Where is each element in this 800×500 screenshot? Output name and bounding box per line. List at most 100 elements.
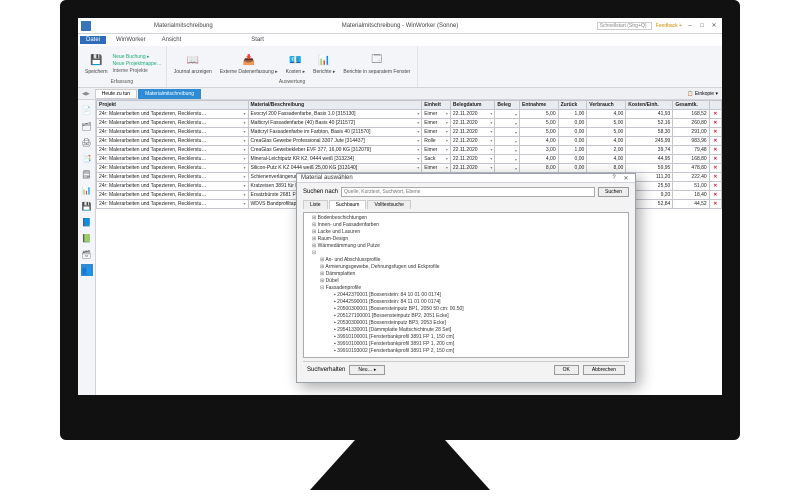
cell[interactable]: 1,00 xyxy=(558,110,587,119)
cell[interactable]: 5,00 xyxy=(587,119,626,128)
col-header[interactable]: Material/Beschreibung xyxy=(248,101,422,110)
cell[interactable]: 0,00 xyxy=(558,119,587,128)
table-row[interactable]: 24r: Malerarbeiten und Tapezieren, Reckl… xyxy=(97,146,722,155)
cell[interactable]: Malticryl Fassadenfarbe (40) Basis 40 [2… xyxy=(248,119,422,128)
close-button[interactable]: ✕ xyxy=(710,22,718,29)
cell[interactable]: 79,48 xyxy=(673,146,709,155)
cell[interactable]: 18,40 xyxy=(673,191,709,200)
dlg-tab-liste[interactable]: Liste xyxy=(303,200,328,209)
col-header[interactable]: Verbrauch xyxy=(587,101,626,110)
rail-tool-4[interactable]: 🗒 xyxy=(81,168,93,180)
rail-tool-10[interactable]: 👥 xyxy=(81,264,93,276)
search-input[interactable] xyxy=(341,187,595,197)
search-button[interactable]: Suchen xyxy=(598,187,629,197)
cell[interactable]: 59,95 xyxy=(626,164,673,173)
cell[interactable]: 1,00 xyxy=(558,146,587,155)
rail-tool-5[interactable]: 📊 xyxy=(81,184,93,196)
rail-tool-8[interactable]: 📗 xyxy=(81,232,93,244)
cell[interactable]: 260,80 xyxy=(673,119,709,128)
row-delete-button[interactable]: ✕ xyxy=(709,155,721,164)
minimize-button[interactable]: – xyxy=(686,23,694,29)
dialog-help-button[interactable]: ? xyxy=(609,175,619,182)
interne-projekte-button[interactable]: Interne Projekte xyxy=(113,68,162,74)
cell[interactable]: 24r: Malerarbeiten und Tapezieren, Reckl… xyxy=(97,164,249,173)
cell[interactable]: 24r: Malerarbeiten und Tapezieren, Reckl… xyxy=(97,137,249,146)
rail-tool-9[interactable]: 🗃 xyxy=(81,248,93,260)
tab-materialmitschreibung[interactable]: Materialmitschreibung xyxy=(138,89,201,99)
col-header[interactable]: Einheit xyxy=(422,101,451,110)
cell[interactable]: 4,00 xyxy=(587,137,626,146)
cell[interactable]: 44,52 xyxy=(673,200,709,209)
ribbon-tab-winworker[interactable]: WinWorker xyxy=(110,36,152,44)
tree-leaf[interactable]: 29541330001 [Dämmplatte Mattschichtnute … xyxy=(306,327,626,334)
cell[interactable]: 22.11.2020 xyxy=(450,137,494,146)
cell[interactable] xyxy=(495,137,520,146)
tree-leaf[interactable]: 20500300001 [Bossensteinputz BP1, 2050 5… xyxy=(306,306,626,313)
cell[interactable]: 0,00 xyxy=(558,137,587,146)
cell[interactable]: 44,95 xyxy=(626,155,673,164)
cell[interactable]: 0,00 xyxy=(558,164,587,173)
dialog-close-button[interactable]: ✕ xyxy=(621,175,631,182)
cell[interactable]: 24r: Malerarbeiten und Tapezieren, Reckl… xyxy=(97,191,249,200)
group-dropdown[interactable]: 📋 Einkopie ▾ xyxy=(687,91,722,97)
row-delete-button[interactable]: ✕ xyxy=(709,137,721,146)
row-delete-button[interactable]: ✕ xyxy=(709,164,721,173)
cell[interactable] xyxy=(495,146,520,155)
externe-daten-button[interactable]: 📥Externe Datenerfassung ▸ xyxy=(217,51,281,76)
cell[interactable] xyxy=(495,119,520,128)
col-header[interactable]: Projekt xyxy=(97,101,249,110)
cell[interactable]: 24r: Malerarbeiten und Tapezieren, Reckl… xyxy=(97,119,249,128)
table-row[interactable]: 24r: Malerarbeiten und Tapezieren, Reckl… xyxy=(97,119,722,128)
row-delete-button[interactable]: ✕ xyxy=(709,173,721,182)
row-delete-button[interactable]: ✕ xyxy=(709,128,721,137)
cell[interactable] xyxy=(495,155,520,164)
cell[interactable]: Eimer xyxy=(422,119,451,128)
cell[interactable]: 983,96 xyxy=(673,137,709,146)
cell[interactable]: 168,80 xyxy=(673,155,709,164)
cell[interactable]: 8,00 xyxy=(520,164,559,173)
cell[interactable]: 5,00 xyxy=(587,128,626,137)
cell[interactable]: 52,16 xyxy=(626,119,673,128)
table-row[interactable]: 24r: Malerarbeiten und Tapezieren, Reckl… xyxy=(97,128,722,137)
material-tree[interactable]: BodenbeschichtungenInnen- und Fassadenfa… xyxy=(303,212,629,358)
cell[interactable]: 478,80 xyxy=(673,164,709,173)
neu-button[interactable]: Neu… ▸ xyxy=(349,365,385,375)
cancel-button[interactable]: Abbrechen xyxy=(583,365,625,375)
kosten-button[interactable]: 💶Kosten ▸ xyxy=(283,51,308,76)
berichte-button[interactable]: 📊Berichte ▸ xyxy=(310,51,338,76)
cell[interactable]: 24r: Malerarbeiten und Tapezieren, Reckl… xyxy=(97,182,249,191)
tree-leaf[interactable]: 39910100001 [Fensterbankprofil 3891 FP 1… xyxy=(306,334,626,341)
cell[interactable]: 22.11.2020 xyxy=(450,119,494,128)
cell[interactable]: Evocryl 200 Fassadenfarbe, Basis 1.0 [31… xyxy=(248,110,422,119)
feedback-link[interactable]: Feedback + xyxy=(656,23,682,29)
cell[interactable]: 39,74 xyxy=(626,146,673,155)
row-delete-button[interactable]: ✕ xyxy=(709,119,721,128)
cell[interactable]: 8,00 xyxy=(587,164,626,173)
cell[interactable]: CreaGlas Gewebekleber EVF 377, 16,00 KG … xyxy=(248,146,422,155)
cell[interactable]: Rolle xyxy=(422,137,451,146)
cell[interactable]: 24r: Malerarbeiten und Tapezieren, Reckl… xyxy=(97,200,249,209)
tree-node[interactable]: Innen- und Fassadenfarben xyxy=(306,222,626,229)
table-row[interactable]: 24r: Malerarbeiten und Tapezieren, Reckl… xyxy=(97,110,722,119)
tab-heute[interactable]: Heute zu tun xyxy=(95,89,137,99)
cell[interactable]: 4,00 xyxy=(587,155,626,164)
ribbon-tab-ansicht[interactable]: Ansicht xyxy=(156,36,188,44)
cell[interactable]: 4,00 xyxy=(587,110,626,119)
tree-node[interactable]: Bodenbeschichtungen xyxy=(306,215,626,222)
cell[interactable]: Mattcryl Fassadenfarbe im Farbton, Basis… xyxy=(248,128,422,137)
row-delete-button[interactable]: ✕ xyxy=(709,191,721,200)
tree-node[interactable]: Fassadenprofile xyxy=(306,285,626,292)
tree-node[interactable] xyxy=(306,250,626,257)
cell[interactable] xyxy=(495,110,520,119)
tree-node[interactable]: Lacke und Lasuren xyxy=(306,229,626,236)
tree-leaf[interactable]: 205127100001 [Bossensteinputz BP2, 2051 … xyxy=(306,313,626,320)
col-header[interactable]: Zurück xyxy=(558,101,587,110)
cell[interactable]: 22.11.2020 xyxy=(450,155,494,164)
journal-button[interactable]: 📖Journal anzeigen xyxy=(171,51,215,76)
maximize-button[interactable]: □ xyxy=(698,23,706,29)
cell[interactable]: 3,00 xyxy=(520,146,559,155)
tree-node[interactable]: Armierungsgewebe, Dehnungsfugen und Eckp… xyxy=(306,264,626,271)
row-delete-button[interactable]: ✕ xyxy=(709,110,721,119)
quickstart-search[interactable]: Schnellstart (Strg+Q) xyxy=(597,22,652,30)
ok-button[interactable]: OK xyxy=(554,365,579,375)
